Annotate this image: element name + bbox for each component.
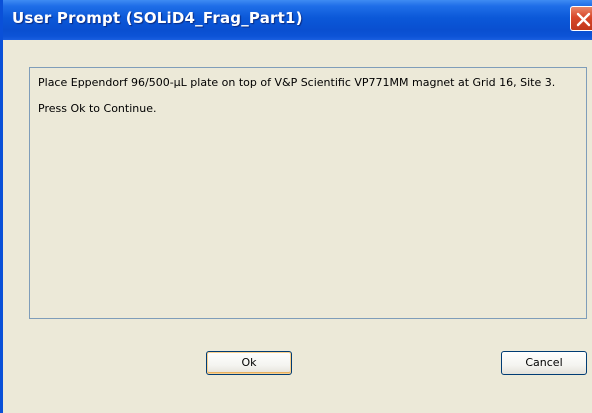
user-prompt-dialog: User Prompt (SOLiD4_Frag_Part1) Place Ep… <box>0 0 592 413</box>
title-bar[interactable]: User Prompt (SOLiD4_Frag_Part1) <box>3 0 592 40</box>
close-button[interactable] <box>570 6 592 31</box>
close-icon <box>576 12 591 27</box>
message-instruction: Place Eppendorf 96/500-µL plate on top o… <box>38 76 556 89</box>
ok-button[interactable]: Ok <box>206 351 292 375</box>
cancel-button[interactable]: Cancel <box>501 351 587 375</box>
message-text: Place Eppendorf 96/500-µL plate on top o… <box>38 76 578 128</box>
dialog-title: User Prompt (SOLiD4_Frag_Part1) <box>12 9 303 27</box>
message-panel: Place Eppendorf 96/500-µL plate on top o… <box>29 67 587 319</box>
message-continue: Press Ok to Continue. <box>38 102 157 115</box>
